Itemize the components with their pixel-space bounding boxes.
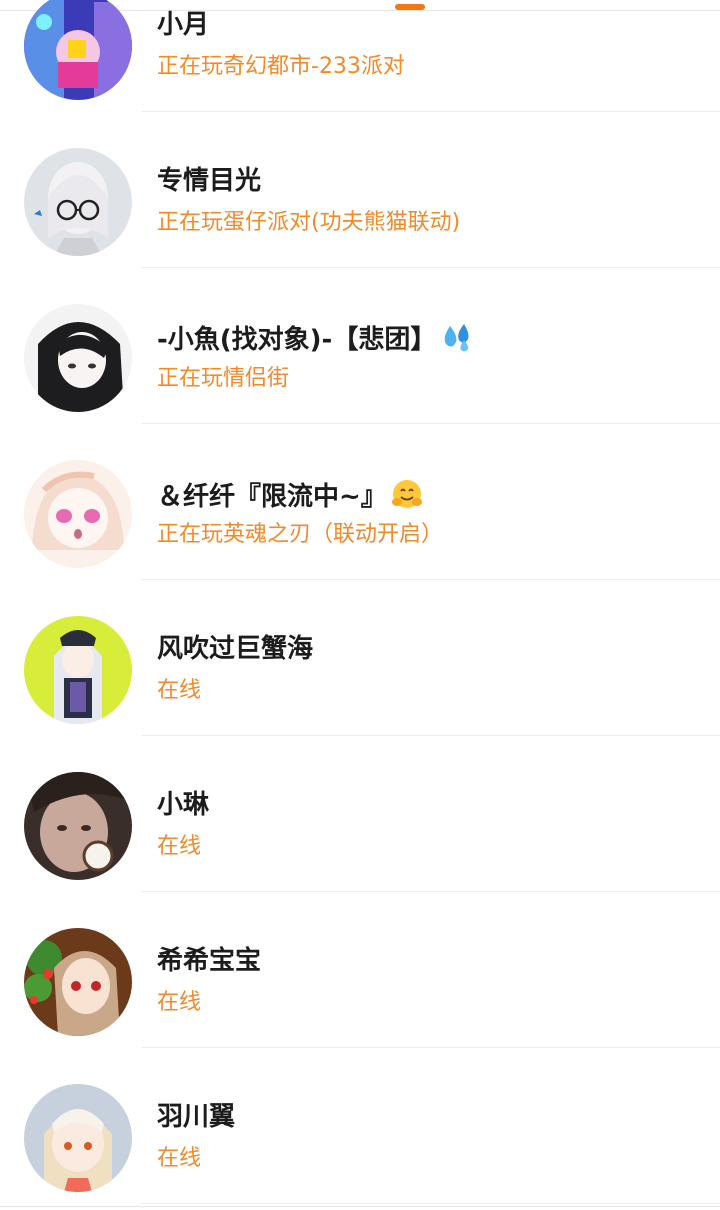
friend-name: ＆纤纤『限流中~』 (157, 478, 423, 517)
friend-name: 专情目光 (157, 166, 262, 196)
friend-status: 在线 (157, 990, 202, 1015)
friend-status: 在线 (157, 1146, 202, 1171)
friend-item[interactable]: 希希宝宝 在线 (0, 892, 720, 1048)
friend-name-text: ＆纤纤『限流中~』 (157, 482, 387, 512)
friend-status: 正在玩英魂之刃（联动开启） (157, 522, 444, 547)
friend-status: 在线 (157, 678, 202, 703)
friend-item[interactable]: ＆纤纤『限流中~』 正在玩英魂之刃（联动开启） (0, 424, 720, 580)
friend-item[interactable]: 专情目光 正在玩蛋仔派对(功夫熊猫联动) (0, 112, 720, 268)
friend-status: 正在玩情侣街 (157, 366, 290, 391)
friend-name: 小月 (157, 10, 210, 40)
avatar[interactable] (24, 148, 132, 256)
avatar[interactable] (24, 772, 132, 880)
hugging-face-emoji-icon (391, 478, 423, 517)
friend-list: 小月 正在玩奇幻都市-233派对 专情目光 正在玩蛋仔派对(功夫熊猫联动) -小… (0, 0, 720, 1204)
friend-status: 正在玩奇幻都市-233派对 (157, 54, 405, 79)
bottom-divider (0, 1206, 720, 1207)
avatar[interactable] (24, 616, 132, 724)
friend-item[interactable]: 风吹过巨蟹海 在线 (0, 580, 720, 736)
friend-name: 羽川翼 (157, 1102, 236, 1132)
divider (142, 1203, 720, 1204)
friend-name: 希希宝宝 (157, 946, 262, 976)
avatar[interactable] (24, 1084, 132, 1192)
friend-item[interactable]: 羽川翼 在线 (0, 1048, 720, 1204)
friend-name: 风吹过巨蟹海 (157, 634, 314, 664)
avatar[interactable] (24, 460, 132, 568)
avatar[interactable] (24, 0, 132, 100)
friend-name: -小魚(找对象)-【悲团】 (157, 322, 474, 359)
avatar[interactable] (24, 304, 132, 412)
friend-name-text: -小魚(找对象)-【悲团】 (157, 325, 437, 355)
sweat-droplets-emoji-icon (440, 322, 474, 359)
friend-status: 在线 (157, 834, 202, 859)
friend-item[interactable]: 小琳 在线 (0, 736, 720, 892)
friend-item[interactable]: -小魚(找对象)-【悲团】 正在玩情侣街 (0, 268, 720, 424)
friend-status: 正在玩蛋仔派对(功夫熊猫联动) (157, 210, 461, 235)
friend-item[interactable]: 小月 正在玩奇幻都市-233派对 (0, 0, 720, 112)
avatar[interactable] (24, 928, 132, 1036)
friend-name: 小琳 (157, 790, 210, 820)
